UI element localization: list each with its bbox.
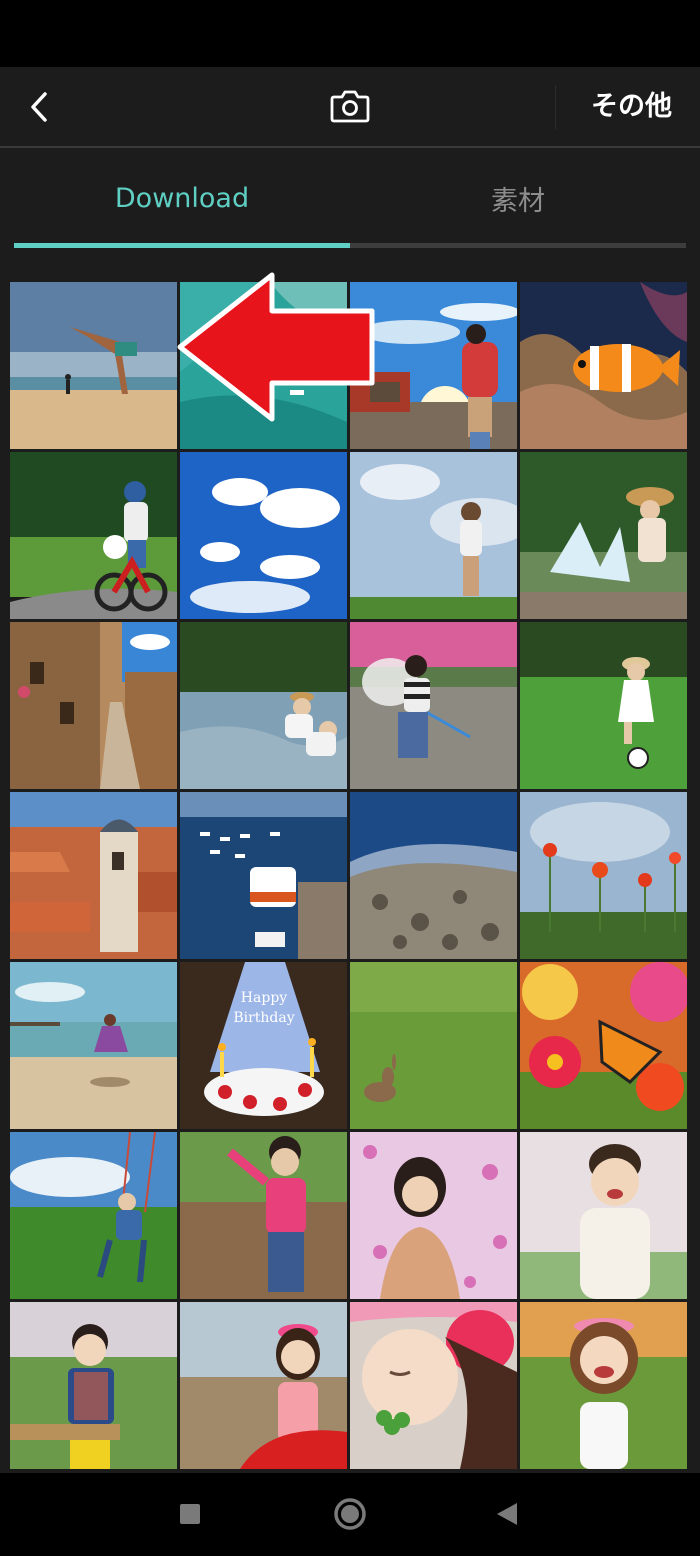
tab-bar: Download 素材 xyxy=(0,148,700,256)
status-bar xyxy=(0,0,700,67)
camera-icon xyxy=(330,90,370,123)
recent-apps-button[interactable] xyxy=(165,1489,215,1539)
tab-material[interactable]: 素材 xyxy=(350,148,686,248)
photo-thumbnail[interactable] xyxy=(10,962,177,1129)
photo-thumbnail[interactable] xyxy=(520,1302,687,1469)
recent-apps-icon xyxy=(180,1504,200,1524)
photo-thumbnail[interactable] xyxy=(10,792,177,959)
svg-text:Birthday: Birthday xyxy=(233,1010,294,1026)
photo-thumbnail[interactable] xyxy=(350,282,517,449)
chevron-left-icon xyxy=(31,92,47,122)
photo-thumbnail[interactable] xyxy=(10,1302,177,1469)
photo-thumbnail[interactable] xyxy=(180,1302,347,1469)
photo-grid: Happy Birthday xyxy=(10,282,690,1469)
photo-thumbnail[interactable] xyxy=(180,1132,347,1299)
photo-thumbnail[interactable] xyxy=(350,622,517,789)
photo-thumbnail[interactable] xyxy=(520,622,687,789)
back-triangle-icon xyxy=(497,1503,517,1525)
system-nav-bar xyxy=(0,1473,700,1556)
photo-thumbnail[interactable] xyxy=(350,792,517,959)
home-button[interactable] xyxy=(325,1489,375,1539)
photo-thumbnail[interactable] xyxy=(520,282,687,449)
tab-download[interactable]: Download xyxy=(14,148,350,248)
photo-thumbnail[interactable] xyxy=(350,1132,517,1299)
svg-text:Happy: Happy xyxy=(241,990,287,1006)
app-header: その他 xyxy=(0,67,700,146)
tab-indicator xyxy=(14,243,350,248)
photo-thumbnail[interactable] xyxy=(180,792,347,959)
camera-button[interactable] xyxy=(326,83,374,129)
more-button[interactable]: その他 xyxy=(591,85,672,129)
photo-thumbnail[interactable]: Happy Birthday xyxy=(180,962,347,1129)
home-icon xyxy=(334,1498,366,1530)
photo-thumbnail[interactable] xyxy=(10,622,177,789)
photo-thumbnail[interactable] xyxy=(520,452,687,619)
photo-thumbnail[interactable] xyxy=(350,1302,517,1469)
photo-thumbnail[interactable] xyxy=(10,1132,177,1299)
header-separator xyxy=(555,85,556,129)
photo-thumbnail[interactable] xyxy=(180,282,347,449)
back-nav-button[interactable] xyxy=(482,1489,532,1539)
photo-thumbnail[interactable] xyxy=(520,962,687,1129)
photo-thumbnail[interactable] xyxy=(180,622,347,789)
photo-thumbnail[interactable] xyxy=(520,1132,687,1299)
photo-thumbnail[interactable] xyxy=(180,452,347,619)
back-button[interactable] xyxy=(18,85,62,129)
photo-thumbnail[interactable] xyxy=(10,452,177,619)
photo-thumbnail[interactable] xyxy=(350,962,517,1129)
photo-thumbnail[interactable] xyxy=(520,792,687,959)
photo-thumbnail[interactable] xyxy=(10,282,177,449)
photo-thumbnail[interactable] xyxy=(350,452,517,619)
photo-grid-area: Happy Birthday xyxy=(0,256,700,1473)
